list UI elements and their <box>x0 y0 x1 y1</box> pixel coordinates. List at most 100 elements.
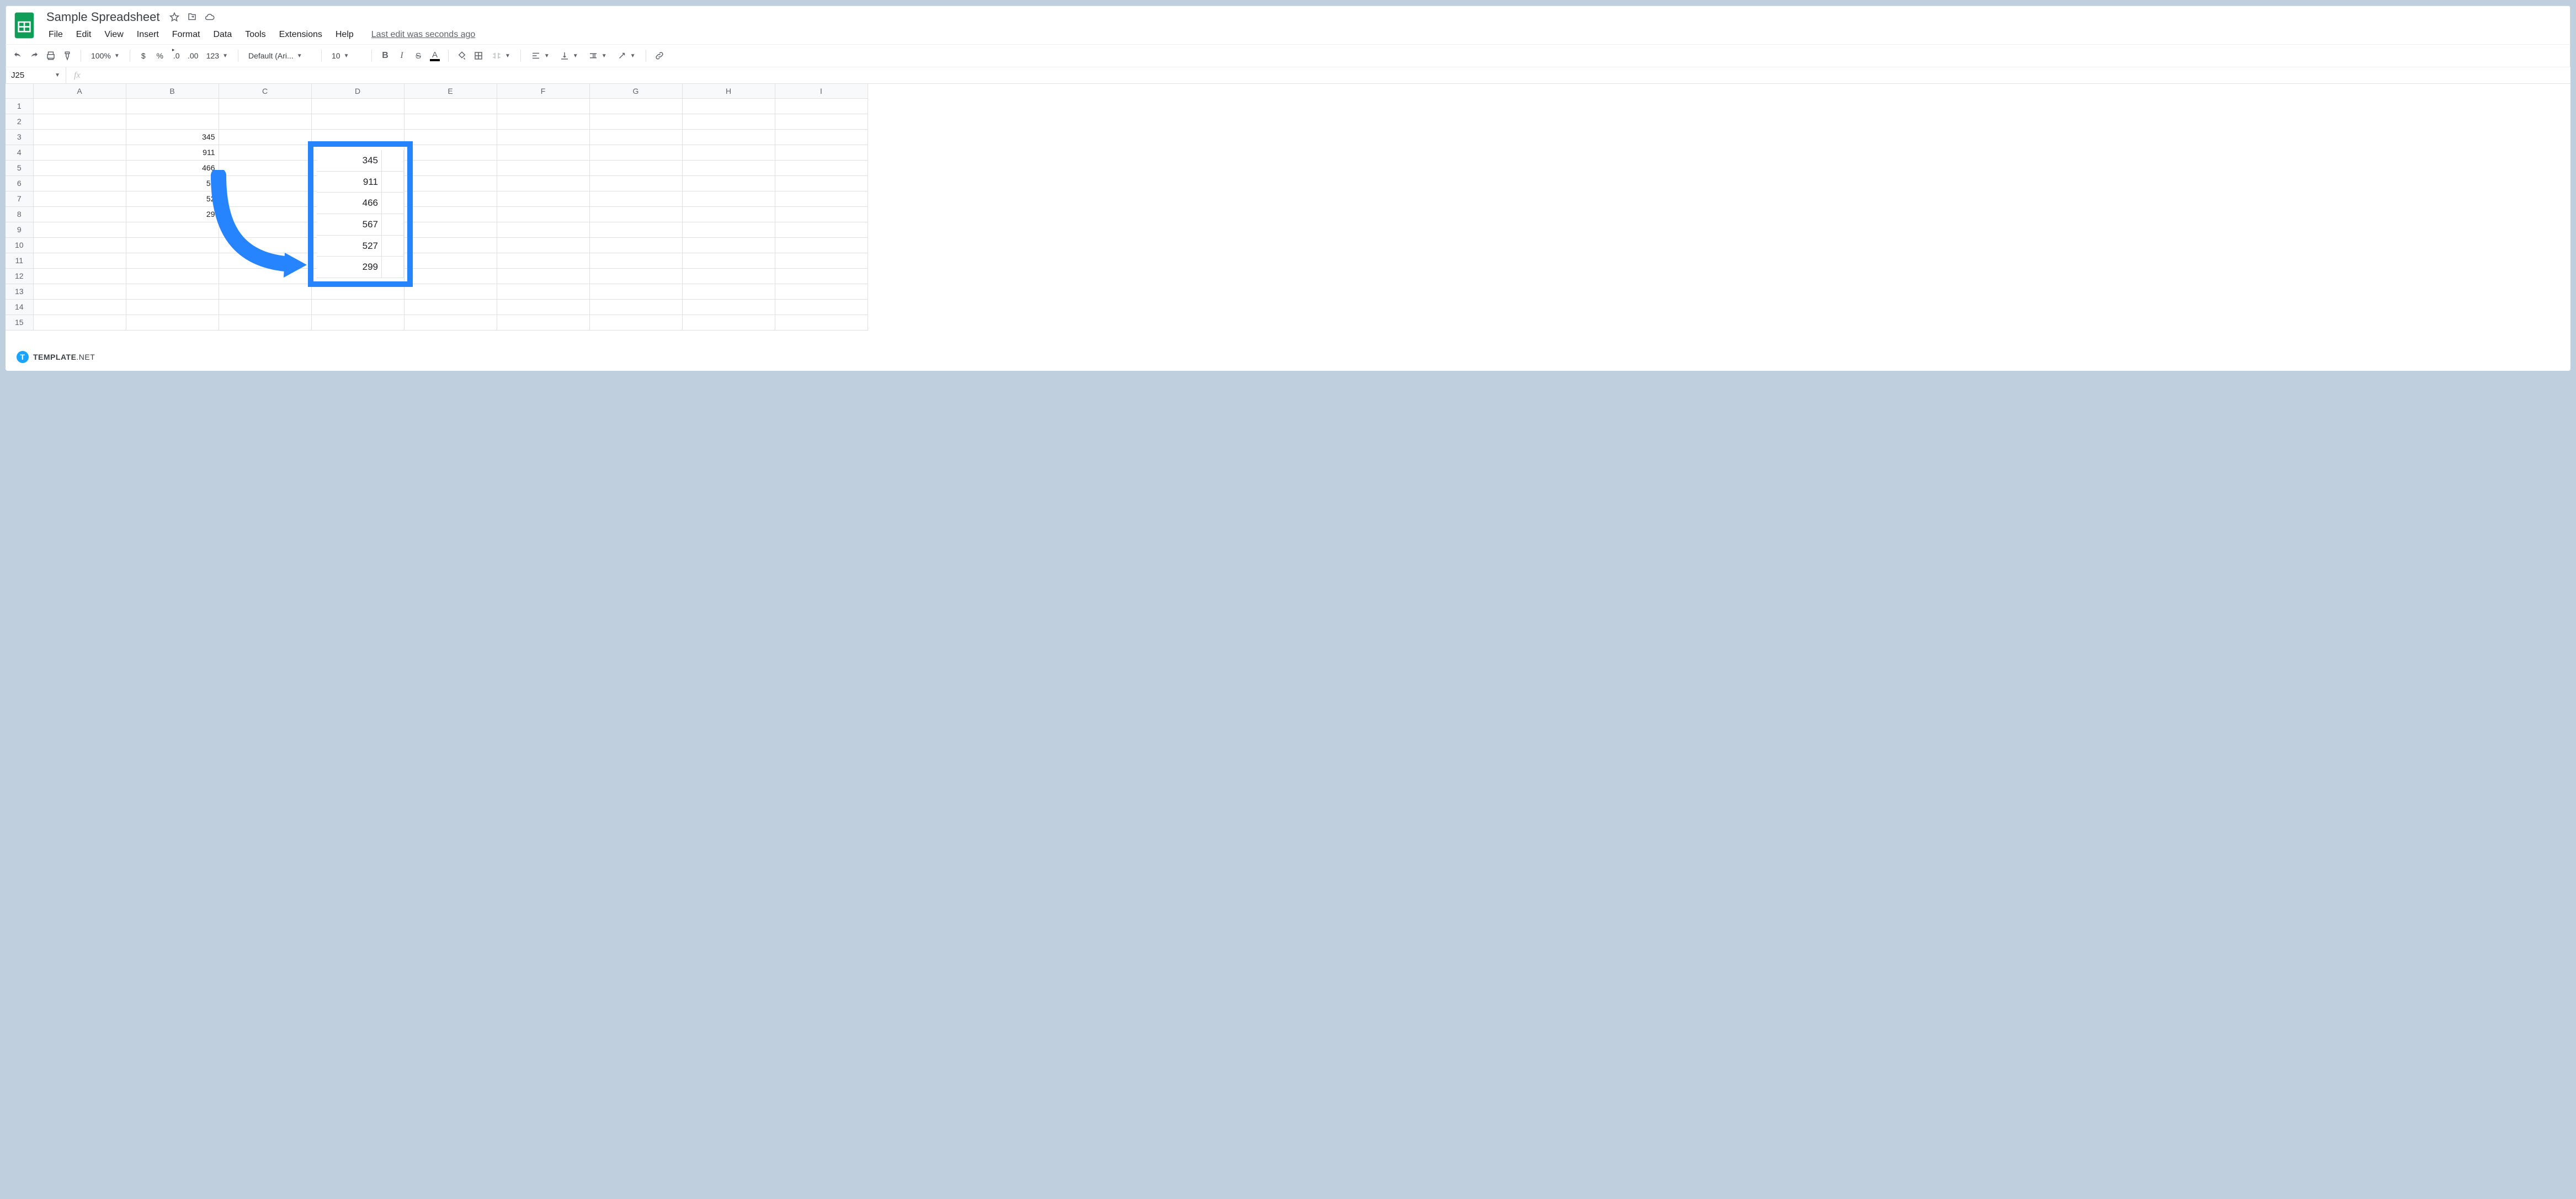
cell[interactable] <box>311 268 404 284</box>
font-size-dropdown[interactable]: 10▼ <box>327 48 366 63</box>
column-header[interactable]: I <box>775 84 867 98</box>
cell[interactable] <box>33 129 126 145</box>
row-header[interactable]: 1 <box>6 98 33 114</box>
cell[interactable] <box>311 98 404 114</box>
cell[interactable] <box>682 299 775 315</box>
cell[interactable] <box>497 98 589 114</box>
cell[interactable] <box>33 114 126 129</box>
cell[interactable] <box>589 160 682 175</box>
cell[interactable] <box>33 145 126 160</box>
doc-title[interactable]: Sample Spreadsheet <box>43 9 163 25</box>
cell[interactable] <box>775 253 867 268</box>
cell[interactable] <box>682 315 775 330</box>
menu-insert[interactable]: Insert <box>131 28 164 42</box>
zoom-dropdown[interactable]: 100%▼ <box>87 48 124 63</box>
column-header[interactable]: E <box>404 84 497 98</box>
cell[interactable] <box>682 237 775 253</box>
cell[interactable] <box>404 253 497 268</box>
menu-edit[interactable]: Edit <box>71 28 97 42</box>
horizontal-align-dropdown[interactable]: ▼ <box>526 48 554 63</box>
cell[interactable] <box>219 315 311 330</box>
cell[interactable] <box>33 299 126 315</box>
cell[interactable] <box>219 253 311 268</box>
strikethrough-button[interactable]: S <box>411 48 426 63</box>
cell[interactable] <box>589 175 682 191</box>
cell[interactable]: 345 <box>126 129 219 145</box>
text-wrap-dropdown[interactable]: ▼ <box>584 48 611 63</box>
cell[interactable] <box>126 114 219 129</box>
formula-input[interactable] <box>88 67 2570 83</box>
cell[interactable] <box>404 160 497 175</box>
cell[interactable] <box>775 237 867 253</box>
sheets-logo-icon[interactable] <box>12 9 36 42</box>
cell[interactable] <box>126 284 219 299</box>
cell[interactable] <box>682 175 775 191</box>
cell[interactable] <box>219 268 311 284</box>
cell[interactable] <box>404 98 497 114</box>
cell[interactable] <box>497 160 589 175</box>
cell[interactable] <box>497 206 589 222</box>
cell[interactable] <box>404 237 497 253</box>
cell[interactable] <box>497 145 589 160</box>
cell[interactable] <box>775 191 867 206</box>
format-currency-button[interactable]: $ <box>136 48 151 63</box>
cell[interactable] <box>219 160 311 175</box>
merge-cells-dropdown[interactable]: ▼ <box>487 48 515 63</box>
column-header[interactable]: F <box>497 84 589 98</box>
cloud-status-icon[interactable] <box>204 11 216 23</box>
cell[interactable] <box>682 191 775 206</box>
cell[interactable] <box>33 98 126 114</box>
cell[interactable] <box>311 284 404 299</box>
cell[interactable] <box>404 191 497 206</box>
cell[interactable] <box>775 114 867 129</box>
cell[interactable] <box>33 237 126 253</box>
paint-format-button[interactable] <box>60 48 75 63</box>
redo-button[interactable] <box>26 48 42 63</box>
cell[interactable]: 911 <box>126 145 219 160</box>
row-header[interactable]: 10 <box>6 237 33 253</box>
row-header[interactable]: 7 <box>6 191 33 206</box>
bold-button[interactable]: B <box>377 48 393 63</box>
cell[interactable] <box>311 145 404 160</box>
cell[interactable] <box>497 222 589 237</box>
cell[interactable]: 466 <box>126 160 219 175</box>
menu-view[interactable]: View <box>99 28 129 42</box>
row-header[interactable]: 4 <box>6 145 33 160</box>
cell[interactable] <box>775 98 867 114</box>
cell[interactable] <box>126 315 219 330</box>
cell[interactable] <box>404 315 497 330</box>
cell[interactable] <box>311 114 404 129</box>
cell[interactable] <box>497 175 589 191</box>
cell[interactable] <box>497 191 589 206</box>
cell[interactable] <box>126 268 219 284</box>
row-header[interactable]: 8 <box>6 206 33 222</box>
menu-tools[interactable]: Tools <box>239 28 271 42</box>
select-all-corner[interactable] <box>6 84 33 98</box>
row-header[interactable]: 14 <box>6 299 33 315</box>
cell[interactable] <box>775 206 867 222</box>
font-family-dropdown[interactable]: Default (Ari...▼ <box>244 48 316 63</box>
borders-button[interactable] <box>471 48 486 63</box>
star-icon[interactable] <box>168 11 180 23</box>
row-header[interactable]: 5 <box>6 160 33 175</box>
cell[interactable] <box>219 191 311 206</box>
cell[interactable]: 52 <box>126 191 219 206</box>
menu-data[interactable]: Data <box>207 28 237 42</box>
cell[interactable] <box>311 191 404 206</box>
decrease-decimal-button[interactable]: ▸.0 <box>169 48 184 63</box>
row-header[interactable]: 11 <box>6 253 33 268</box>
cell[interactable] <box>589 129 682 145</box>
cell[interactable] <box>33 206 126 222</box>
cell[interactable]: 56 <box>126 175 219 191</box>
menu-help[interactable]: Help <box>330 28 359 42</box>
cell[interactable] <box>311 175 404 191</box>
cell[interactable] <box>404 284 497 299</box>
column-header[interactable]: H <box>682 84 775 98</box>
cell[interactable] <box>33 175 126 191</box>
text-color-button[interactable]: A <box>427 48 443 63</box>
column-header[interactable]: D <box>311 84 404 98</box>
cell[interactable] <box>311 253 404 268</box>
cell[interactable] <box>497 253 589 268</box>
cell[interactable] <box>219 129 311 145</box>
cell[interactable]: 29 <box>126 206 219 222</box>
